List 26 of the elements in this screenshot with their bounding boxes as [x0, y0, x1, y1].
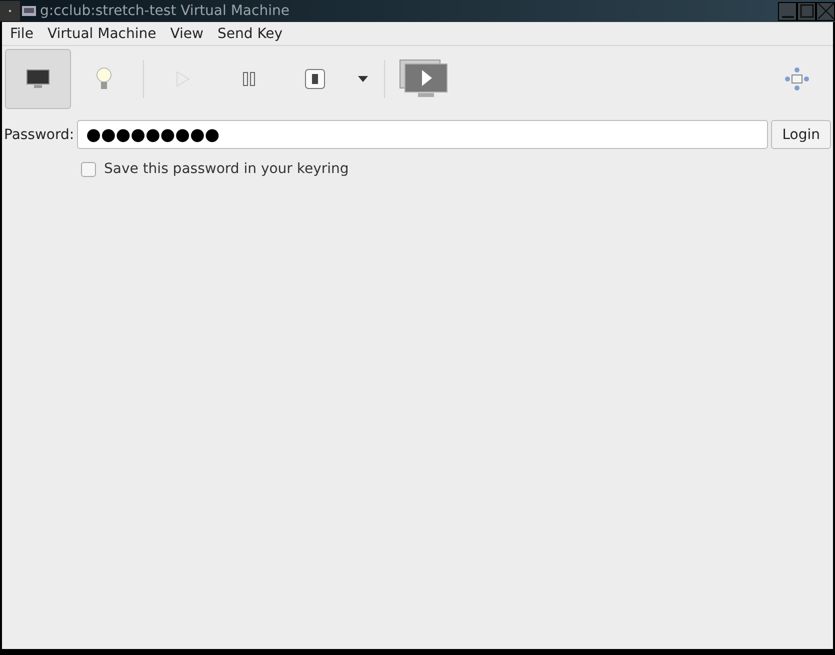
maximize-button[interactable]: [797, 2, 816, 20]
menu-item[interactable]: File: [4, 26, 42, 42]
minimize-button[interactable]: [778, 2, 797, 20]
caret-icon: [358, 76, 368, 82]
menu-item[interactable]: Virtual Machine: [41, 26, 164, 42]
close-button[interactable]: [816, 2, 835, 20]
console-button[interactable]: [5, 49, 71, 109]
save-password-label: Save this password in your keyring: [104, 161, 349, 177]
password-label: Password:: [4, 126, 74, 142]
window-menu-icon[interactable]: [0, 1, 20, 21]
lightbulb-icon: [96, 67, 112, 91]
move-icon: [785, 67, 809, 91]
pause-icon: [243, 72, 255, 86]
login-button[interactable]: Login: [771, 120, 831, 149]
save-checkbox[interactable]: [81, 162, 96, 176]
switch-icon: [305, 69, 325, 89]
minimize-icon: [782, 16, 794, 18]
menu-item[interactable]: View: [164, 26, 212, 42]
app-icon: [22, 6, 36, 16]
menu-item[interactable]: Send Key: [211, 26, 291, 42]
monitor-icon: [26, 69, 50, 89]
screens-icon: [399, 59, 449, 99]
password-field[interactable]: ●●●●●●●●●: [77, 120, 768, 149]
close-icon: [818, 3, 834, 19]
window-title: g:cclub:stretch-test Virtual Machine: [40, 3, 290, 19]
maximize-icon: [800, 4, 814, 18]
